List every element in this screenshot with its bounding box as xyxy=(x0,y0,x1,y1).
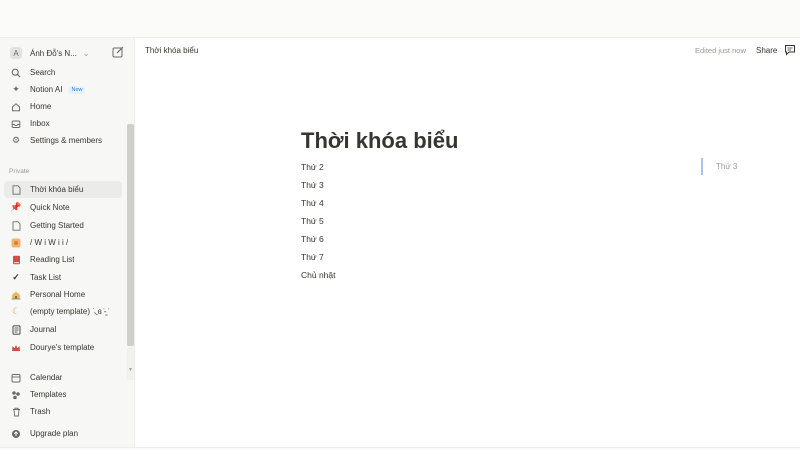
upgrade-plan-label: Upgrade plan xyxy=(30,429,79,438)
text-block[interactable]: Thứ 5 xyxy=(301,216,324,226)
share-button[interactable]: Share xyxy=(756,46,777,55)
text-block[interactable]: Thứ 7 xyxy=(301,252,324,262)
table-of-contents-indicator xyxy=(701,158,703,175)
sidebar-item-label: Settings & members xyxy=(30,136,103,145)
sidebar-item-label: Task List xyxy=(30,273,62,282)
book-icon xyxy=(9,253,23,267)
text-block[interactable]: Thứ 2 xyxy=(301,162,324,172)
chevron-down-icon: ⌄ xyxy=(82,48,90,58)
crown-icon xyxy=(9,341,23,355)
calendar-icon xyxy=(9,371,23,385)
emoji-icon: ☾ xyxy=(11,306,21,316)
text-block[interactable]: Chủ nhật xyxy=(301,270,336,280)
sidebar-page-getting-started[interactable]: Getting Started xyxy=(4,217,122,234)
workspace-name: Ánh Đỗ's N... xyxy=(30,48,77,58)
sidebar-item-label: Personal Home xyxy=(30,290,86,299)
emoji-icon xyxy=(9,236,23,250)
sidebar-page-thoi-khoa-bieu[interactable]: Thời khóa biểu xyxy=(4,181,122,198)
edited-status: Edited just now xyxy=(695,46,746,55)
sidebar-page-journal[interactable]: Journal xyxy=(4,321,122,338)
upgrade-icon xyxy=(9,427,23,441)
sidebar-item-calendar[interactable]: Calendar xyxy=(4,369,122,386)
notion-ai-icon: ✦ xyxy=(12,84,20,94)
sidebar-item-label: Notion AI xyxy=(30,85,63,94)
sidebar-page-personal-home[interactable]: Personal Home xyxy=(4,286,122,303)
sidebar-item-inbox[interactable]: Inbox xyxy=(4,115,122,132)
text-block[interactable]: Thứ 4 xyxy=(301,198,324,208)
search-icon xyxy=(9,66,23,80)
sidebar-item-label: Templates xyxy=(30,390,67,399)
sidebar-page-task-list[interactable]: ✓ Task List xyxy=(4,269,122,286)
sidebar-page-empty-template[interactable]: ☾ (empty template) ͘ ◟ɞ ̇-̫ ̇ xyxy=(4,303,122,320)
sidebar-page-reading-list[interactable]: Reading List xyxy=(4,251,122,268)
sidebar-item-trash[interactable]: Trash xyxy=(4,403,122,420)
main-content: Thời khóa biểu Edited just now Share Thờ… xyxy=(135,38,800,447)
sidebar-page-dourye-template[interactable]: Dourye's template xyxy=(4,339,122,356)
table-of-contents-item[interactable]: Thứ 3 xyxy=(716,162,737,171)
sidebar-item-label: Getting Started xyxy=(30,221,84,230)
sidebar-page-wiwii[interactable]: / W i W i i / xyxy=(4,234,122,251)
trash-icon xyxy=(9,405,23,419)
sidebar-item-settings[interactable]: ⚙ Settings & members xyxy=(4,132,122,149)
gear-icon: ⚙ xyxy=(11,135,21,145)
text-block[interactable]: Thứ 6 xyxy=(301,234,324,244)
sidebar-item-label: (empty template) ͘ ◟ɞ ̇-̫ ̇ xyxy=(30,307,109,316)
new-badge: New xyxy=(68,85,86,94)
sidebar-scrollbar-thumb[interactable] xyxy=(127,124,134,346)
sidebar-item-label: Trash xyxy=(30,407,51,416)
page-icon xyxy=(9,183,23,197)
page-icon xyxy=(9,219,23,233)
house-emoji-icon xyxy=(9,288,23,302)
section-label-private: Private xyxy=(9,168,30,175)
pushpin-icon: 📌 xyxy=(10,202,22,212)
sidebar-item-templates[interactable]: Templates xyxy=(4,386,122,403)
checkmark-icon: ✓ xyxy=(12,272,20,282)
home-icon xyxy=(9,100,23,114)
sidebar-page-quick-note[interactable]: 📌 Quick Note xyxy=(4,199,122,216)
comment-icon[interactable] xyxy=(784,44,796,56)
text-block[interactable]: Thứ 3 xyxy=(301,180,324,190)
sidebar-item-home[interactable]: Home xyxy=(4,98,122,115)
upgrade-plan-button[interactable]: Upgrade plan xyxy=(4,425,122,442)
page-title[interactable]: Thời khóa biểu xyxy=(301,128,458,154)
sidebar-item-label: Thời khóa biểu xyxy=(30,185,84,194)
inbox-icon xyxy=(9,117,23,131)
journal-icon xyxy=(9,323,23,337)
sidebar-item-label: Search xyxy=(30,68,56,77)
workspace-switcher[interactable]: A Ánh Đỗ's N... ⌄ xyxy=(6,43,128,63)
templates-icon xyxy=(9,388,23,402)
sidebar: A Ánh Đỗ's N... ⌄ Search ✦ Notion AI New… xyxy=(0,38,135,447)
sidebar-item-label: Reading List xyxy=(30,255,75,264)
new-page-icon[interactable] xyxy=(111,45,125,59)
sidebar-item-notion-ai[interactable]: ✦ Notion AI New xyxy=(4,81,122,98)
sidebar-item-label: Dourye's template xyxy=(30,343,95,352)
sidebar-item-label: Calendar xyxy=(30,373,63,382)
workspace-avatar: A xyxy=(10,47,22,59)
sidebar-item-label: Home xyxy=(30,102,52,111)
sidebar-item-label: Quick Note xyxy=(30,203,70,212)
sidebar-item-label: Inbox xyxy=(30,119,50,128)
sidebar-item-label: / W i W i i / xyxy=(30,238,69,247)
scroll-down-arrow-icon[interactable]: ▼ xyxy=(127,367,134,375)
browser-top-bar xyxy=(0,0,800,38)
sidebar-item-search[interactable]: Search xyxy=(4,64,122,81)
sidebar-item-label: Journal xyxy=(30,325,57,334)
breadcrumb[interactable]: Thời khóa biểu xyxy=(145,46,198,55)
